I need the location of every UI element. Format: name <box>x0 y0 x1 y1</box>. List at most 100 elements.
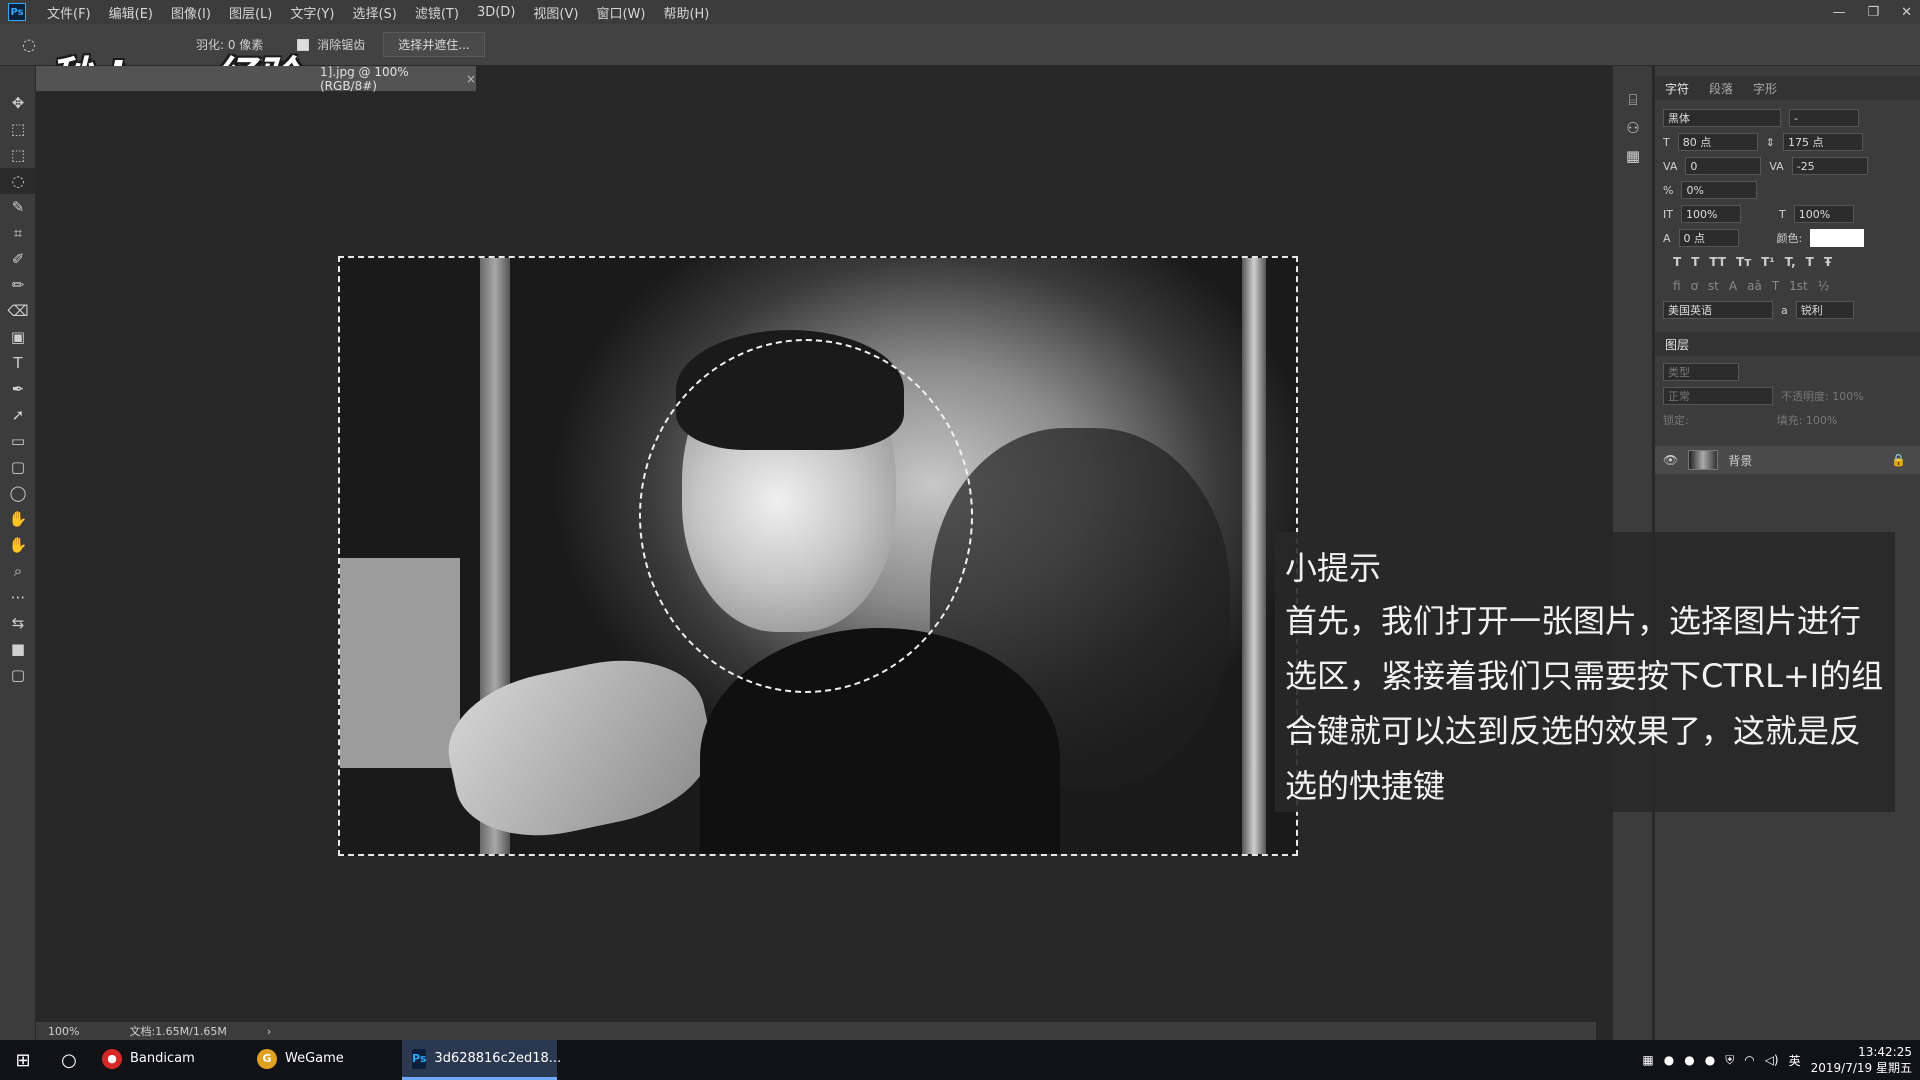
bold-button[interactable]: T <box>1673 255 1681 269</box>
antialias-checkbox[interactable] <box>297 38 310 51</box>
visibility-eye-icon[interactable]: 👁 <box>1663 453 1678 467</box>
fractions-button[interactable]: ½ <box>1818 279 1830 293</box>
custom-shape-tool-icon[interactable]: ✋ <box>0 506 36 532</box>
screen-mode-icon[interactable]: ▢ <box>0 662 36 688</box>
taskbar-app-bandicam[interactable]: ● Bandicam <box>92 1040 247 1080</box>
rounded-rect-tool-icon[interactable]: ▢ <box>0 454 36 480</box>
menu-filter[interactable]: 滤镜(T) <box>406 3 468 22</box>
foreground-color-icon[interactable]: ■ <box>0 636 36 662</box>
tab-glyphs[interactable]: 字形 <box>1743 80 1787 97</box>
tray-app-icon[interactable]: ● <box>1664 1053 1674 1067</box>
restore-icon[interactable]: ❐ <box>1867 5 1879 20</box>
marquee-tool-icon[interactable]: ⬚ <box>0 142 36 168</box>
path-select-tool-icon[interactable]: ➚ <box>0 402 36 428</box>
text-color-swatch[interactable] <box>1810 229 1865 247</box>
vertical-scale-field[interactable]: 100% <box>1680 205 1741 223</box>
taskbar-app-wegame[interactable]: G WeGame <box>247 1040 402 1080</box>
blend-mode-select[interactable]: 正常 <box>1663 387 1773 405</box>
font-size-field[interactable]: 80 点 <box>1677 133 1758 151</box>
close-tab-icon[interactable]: × <box>466 72 476 86</box>
menu-select[interactable]: 选择(S) <box>343 3 405 22</box>
tab-paragraph[interactable]: 段落 <box>1699 80 1743 97</box>
discretionary-ligature-button[interactable]: st <box>1708 279 1719 293</box>
font-family-select[interactable]: 黑体 <box>1663 109 1781 127</box>
zoom-level[interactable]: 100% <box>48 1025 79 1038</box>
eyedropper-tool-icon[interactable]: ✐ <box>0 246 36 272</box>
input-language[interactable]: 英 <box>1789 1052 1801 1069</box>
menu-file[interactable]: 文件(F) <box>38 3 100 22</box>
swash-button[interactable]: A <box>1729 279 1737 293</box>
titling-button[interactable]: T <box>1772 279 1779 293</box>
lasso-tool-icon[interactable]: ◌ <box>0 168 36 194</box>
document-tab[interactable]: 1].jpg @ 100%(RGB/8#) × <box>36 65 476 93</box>
all-caps-button[interactable]: TT <box>1709 255 1726 269</box>
underline-button[interactable]: T <box>1806 255 1814 269</box>
eraser-tool-icon[interactable]: ⌫ <box>0 298 36 324</box>
menu-edit[interactable]: 编辑(E) <box>100 3 162 22</box>
pen-tool-icon[interactable]: ✒ <box>0 376 36 402</box>
layers-tab[interactable]: 图层 <box>1665 336 1689 353</box>
cortana-search-icon[interactable]: ○ <box>46 1040 92 1080</box>
opacity-field[interactable]: 不透明度: 100% <box>1781 388 1864 404</box>
antialias-select[interactable]: 锐利 <box>1795 301 1854 319</box>
history-icon[interactable]: ⌸ <box>1613 86 1653 114</box>
grid-icon[interactable]: ▦ <box>1613 142 1653 170</box>
ligature-button[interactable]: fi <box>1673 279 1681 293</box>
system-clock[interactable]: 13:42:25 2019/7/19 星期五 <box>1811 1044 1912 1076</box>
close-window-icon[interactable]: ✕ <box>1901 5 1912 20</box>
strikethrough-button[interactable]: Ŧ <box>1824 255 1832 269</box>
select-and-mask-button[interactable]: 选择并遮住... <box>383 32 485 57</box>
italic-button[interactable]: T <box>1691 255 1699 269</box>
menu-type[interactable]: 文字(Y) <box>281 3 343 22</box>
subscript-button[interactable]: T, <box>1785 255 1796 269</box>
status-arrow-icon[interactable]: › <box>267 1025 271 1038</box>
menu-3d[interactable]: 3D(D) <box>468 5 524 20</box>
3d-icon[interactable]: ⚇ <box>1613 114 1653 142</box>
menu-view[interactable]: 视图(V) <box>524 3 587 22</box>
tab-character[interactable]: 字符 <box>1655 80 1699 97</box>
taskbar-app-photoshop[interactable]: Ps 3d628816c2ed18... <box>402 1040 561 1080</box>
lasso-tool-icon[interactable]: ◌ <box>22 35 36 54</box>
leading-field[interactable]: 175 点 <box>1782 133 1863 151</box>
stylistic-alternates-button[interactable]: aā <box>1747 279 1762 293</box>
tracking-field[interactable]: -25 <box>1791 157 1868 175</box>
superscript-button[interactable]: T¹ <box>1761 255 1774 269</box>
small-caps-button[interactable]: Tт <box>1736 255 1751 269</box>
menu-help[interactable]: 帮助(H) <box>654 3 718 22</box>
ellipse-tool-icon[interactable]: ◯ <box>0 480 36 506</box>
move-tool-icon[interactable]: ✥ <box>0 90 36 116</box>
horizontal-scale-field[interactable]: 100% <box>1793 205 1854 223</box>
tray-app-icon[interactable]: ● <box>1705 1053 1715 1067</box>
artboard-tool-icon[interactable]: ⬚ <box>0 116 36 142</box>
font-style-select[interactable]: - <box>1789 109 1859 127</box>
layer-filter-select[interactable]: 类型 <box>1663 363 1739 381</box>
tray-app-icon[interactable]: ● <box>1684 1053 1694 1067</box>
tsume-field[interactable]: 0% <box>1681 181 1758 199</box>
quick-select-tool-icon[interactable]: ✎ <box>0 194 36 220</box>
crop-tool-icon[interactable]: ⌗ <box>0 220 36 246</box>
brush-tool-icon[interactable]: ✏ <box>0 272 36 298</box>
ordinals-button[interactable]: 1st <box>1789 279 1808 293</box>
tray-network-icon[interactable]: ◠ <box>1744 1053 1754 1067</box>
windows-start-icon[interactable]: ⊞ <box>0 1040 46 1080</box>
more-tools-icon[interactable]: ⋯ <box>0 584 36 610</box>
type-tool-icon[interactable]: T <box>0 350 36 376</box>
tray-grid-icon[interactable]: ▦ <box>1642 1053 1653 1067</box>
minimize-icon[interactable]: — <box>1832 5 1845 20</box>
baseline-field[interactable]: 0 点 <box>1678 229 1739 247</box>
menu-window[interactable]: 窗口(W) <box>587 3 654 22</box>
menu-image[interactable]: 图像(I) <box>162 3 220 22</box>
kerning-field[interactable]: 0 <box>1685 157 1762 175</box>
zoom-tool-icon[interactable]: ⌕ <box>0 558 36 584</box>
language-select[interactable]: 美国英语 <box>1663 301 1773 319</box>
menu-layer[interactable]: 图层(L) <box>220 3 281 22</box>
swap-colors-icon[interactable]: ⇆ <box>0 610 36 636</box>
fill-field[interactable]: 填充: 100% <box>1777 412 1838 428</box>
old-style-button[interactable]: ơ <box>1691 279 1698 293</box>
layer-row-background[interactable]: 👁 背景 🔒 <box>1655 446 1920 474</box>
gradient-tool-icon[interactable]: ▣ <box>0 324 36 350</box>
rectangle-tool-icon[interactable]: ▭ <box>0 428 36 454</box>
tray-shield-icon[interactable]: ⛨ <box>1725 1053 1734 1068</box>
hand-tool-icon[interactable]: ✋ <box>0 532 36 558</box>
tray-volume-icon[interactable]: ◁) <box>1765 1053 1779 1067</box>
